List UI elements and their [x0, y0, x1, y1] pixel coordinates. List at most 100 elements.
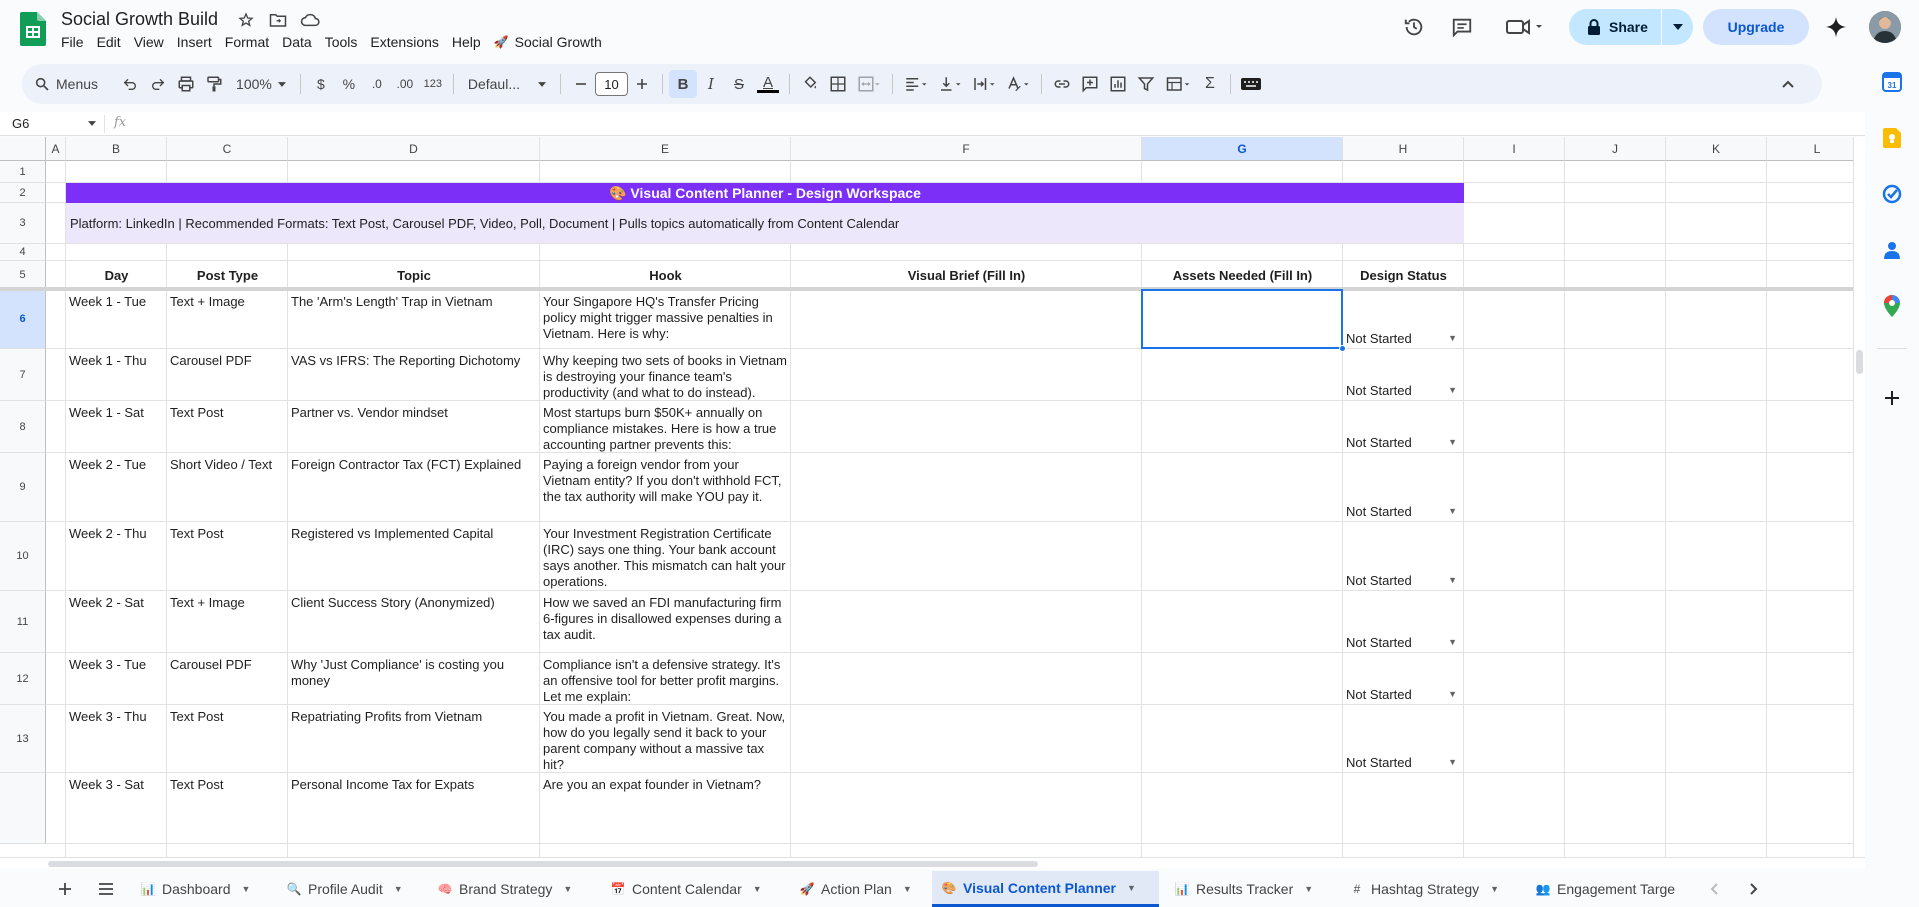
sheet-tab-hashtag-strategy[interactable]: # Hashtag Strategy ▼	[1340, 871, 1520, 907]
design-status-dropdown[interactable]: Not Started ▼	[1346, 754, 1457, 770]
filter-views-icon[interactable]	[1160, 70, 1196, 98]
header-day[interactable]: Day	[66, 261, 167, 290]
insert-comment-icon[interactable]	[1076, 70, 1104, 98]
cell-visual-brief[interactable]	[791, 773, 1141, 843]
header-topic[interactable]: Topic	[288, 261, 540, 290]
percent-format-button[interactable]: %	[335, 70, 363, 98]
row-header-3[interactable]: 3	[0, 203, 46, 244]
user-avatar[interactable]	[1869, 11, 1901, 43]
design-status-dropdown[interactable]: Not Started ▼	[1346, 382, 1457, 398]
undo-icon[interactable]	[116, 70, 144, 98]
cell-hook[interactable]: Are you an expat founder in Vietnam?	[540, 774, 790, 843]
keep-notes-icon[interactable]	[1882, 128, 1902, 148]
horizontal-scroll-thumb[interactable]	[48, 861, 1038, 867]
column-header-f[interactable]: F	[791, 137, 1142, 161]
cell-type[interactable]: Carousel PDF	[167, 654, 287, 704]
design-status-dropdown[interactable]: Not Started ▼	[1346, 686, 1457, 702]
cell-visual-brief[interactable]	[791, 453, 1141, 521]
sheets-logo-icon[interactable]	[20, 12, 46, 46]
merge-cells-icon[interactable]	[852, 70, 886, 98]
cell-type[interactable]: Carousel PDF	[167, 350, 287, 400]
column-header-c[interactable]: C	[167, 137, 288, 161]
chevron-down-icon[interactable]: ▼	[1490, 884, 1499, 894]
cell-topic[interactable]: Foreign Contractor Tax (FCT) Explained	[288, 454, 539, 521]
row-header-5[interactable]: 5	[0, 261, 46, 290]
italic-button[interactable]: I	[697, 70, 725, 98]
sheet-tab-content-calendar[interactable]: 📅 Content Calendar ▼	[601, 871, 784, 907]
borders-icon[interactable]	[824, 70, 852, 98]
filter-icon[interactable]	[1132, 70, 1160, 98]
header-visual-brief[interactable]: Visual Brief (Fill In)	[791, 261, 1142, 290]
menu-extensions[interactable]: Extensions	[370, 34, 445, 50]
column-header-e[interactable]: E	[540, 137, 791, 161]
menu-edit[interactable]: Edit	[97, 34, 128, 50]
cell-visual-brief[interactable]	[791, 401, 1141, 452]
bold-button[interactable]: B	[668, 70, 697, 98]
cell-topic[interactable]: Personal Income Tax for Expats	[288, 774, 539, 843]
text-color-button[interactable]: A	[753, 70, 783, 98]
header-hook[interactable]: Hook	[540, 261, 791, 290]
formula-input[interactable]	[138, 114, 1848, 134]
insert-link-icon[interactable]	[1048, 70, 1076, 98]
paint-format-icon[interactable]	[200, 70, 228, 98]
sheet-tab-visual-content-planner[interactable]: 🎨 Visual Content Planner ▼	[932, 871, 1159, 907]
column-header-j[interactable]: J	[1565, 137, 1666, 161]
row-header-partial[interactable]	[0, 773, 46, 844]
sheet-tab-profile-audit[interactable]: 🔍 Profile Audit ▼	[277, 871, 422, 907]
number-format-button[interactable]: 123	[419, 70, 447, 98]
row-header-13[interactable]: 13	[0, 705, 46, 773]
design-status-dropdown[interactable]: Not Started ▼	[1346, 503, 1457, 519]
cell-hook[interactable]: How we saved an FDI manufacturing firm 6…	[540, 592, 790, 652]
cell-day[interactable]: Week 2 - Thu	[66, 523, 166, 590]
menu-help[interactable]: Help	[452, 34, 488, 50]
select-all-corner[interactable]	[0, 137, 46, 161]
row-header-6[interactable]: 6	[0, 290, 46, 349]
add-sheet-icon[interactable]	[48, 871, 82, 907]
cell-assets-needed[interactable]	[1142, 773, 1342, 843]
menu-view[interactable]: View	[134, 34, 171, 50]
menu-insert[interactable]: Insert	[177, 34, 219, 50]
font-size-input[interactable]: 10	[594, 72, 628, 96]
column-header-d[interactable]: D	[288, 137, 540, 161]
chevron-down-icon[interactable]: ▼	[394, 884, 403, 894]
row-header-1[interactable]: 1	[0, 161, 46, 183]
fill-color-icon[interactable]	[796, 70, 824, 98]
input-tools-icon[interactable]	[1237, 70, 1265, 98]
menu-format[interactable]: Format	[225, 34, 276, 50]
sheet-tab-action-plan[interactable]: 🚀 Action Plan ▼	[790, 871, 926, 907]
star-icon[interactable]	[236, 10, 256, 30]
chevron-down-icon[interactable]: ▼	[1304, 884, 1313, 894]
scroll-tabs-left-icon[interactable]	[1700, 871, 1728, 907]
cell-hook[interactable]: Your Singapore HQ's Transfer Pricing pol…	[540, 291, 790, 348]
cell-day[interactable]: Week 1 - Sat	[66, 402, 166, 452]
sheet-subtitle-banner[interactable]: Platform: LinkedIn | Recommended Formats…	[66, 203, 1464, 243]
increase-decimal-button[interactable]: .00	[391, 70, 419, 98]
selected-cell-g6[interactable]	[1141, 289, 1343, 349]
cell-hook[interactable]: Your Investment Registration Certificate…	[540, 523, 790, 590]
design-status-dropdown[interactable]: Not Started ▼	[1346, 330, 1457, 346]
column-header-k[interactable]: K	[1666, 137, 1767, 161]
column-header-g[interactable]: G	[1142, 137, 1343, 161]
cell-day[interactable]: Week 3 - Sat	[66, 774, 166, 843]
cell-topic[interactable]: Repatriating Profits from Vietnam	[288, 706, 539, 772]
strikethrough-button[interactable]: S	[725, 70, 753, 98]
redo-icon[interactable]	[144, 70, 172, 98]
chevron-down-icon[interactable]: ▼	[563, 884, 572, 894]
cloud-saved-icon[interactable]	[300, 10, 320, 30]
font-family-select[interactable]: Defaul...	[460, 70, 554, 98]
chevron-down-icon[interactable]: ▼	[1127, 883, 1136, 893]
cell-day[interactable]: Week 1 - Thu	[66, 350, 166, 400]
design-status-dropdown[interactable]: Not Started ▼	[1346, 434, 1457, 450]
vertical-align-icon[interactable]	[933, 70, 967, 98]
cell-visual-brief[interactable]	[791, 591, 1141, 652]
horizontal-align-icon[interactable]	[899, 70, 933, 98]
cell-type[interactable]: Text Post	[167, 774, 287, 843]
cell-day[interactable]: Week 2 - Sat	[66, 592, 166, 652]
cell-day[interactable]: Week 1 - Tue	[66, 291, 166, 348]
cell-hook[interactable]: Paying a foreign vendor from your Vietna…	[540, 454, 790, 521]
row-header-10[interactable]: 10	[0, 522, 46, 591]
chevron-down-icon[interactable]: ▼	[753, 884, 762, 894]
row-header-4[interactable]: 4	[0, 244, 46, 261]
cell-assets-needed[interactable]	[1142, 349, 1342, 400]
cell-day[interactable]: Week 2 - Tue	[66, 454, 166, 521]
